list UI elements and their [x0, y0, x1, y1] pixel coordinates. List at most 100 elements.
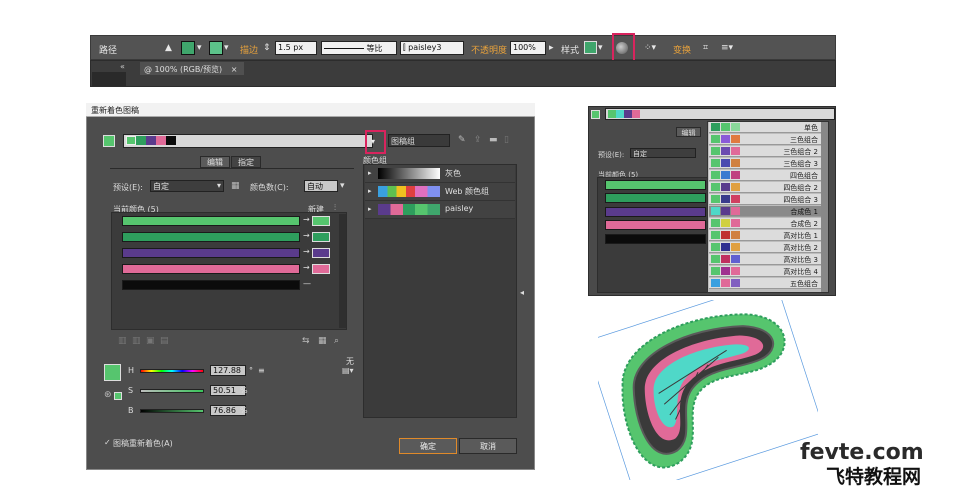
harmony-rule-item-selected[interactable]: 合成色 1: [709, 206, 821, 217]
transform-label[interactable]: 变换: [673, 43, 691, 56]
current-color-row[interactable]: [122, 232, 300, 242]
harmony-rule-item[interactable]: 四色组合 3: [709, 194, 821, 205]
folder-icon[interactable]: ▬: [489, 135, 498, 145]
close-icon[interactable]: ×: [231, 65, 238, 74]
harmony-swatch: [616, 110, 624, 118]
exclude-colors-icon[interactable]: ▣: [146, 336, 155, 346]
align-grid-icon[interactable]: ⁘▾: [644, 43, 656, 53]
stepper-icon[interactable]: ⇕: [263, 43, 271, 53]
hue-input[interactable]: 127.88: [210, 365, 246, 376]
tab-edit[interactable]: 编辑: [676, 127, 701, 137]
save-group-icon[interactable]: ⇪: [474, 135, 482, 145]
stroke-label[interactable]: 描边: [240, 43, 258, 56]
harmony-rule-item[interactable]: 合成色 2: [709, 218, 821, 229]
panel-menu-icon[interactable]: ≡▾: [721, 43, 733, 53]
new-color-swatch[interactable]: [312, 248, 330, 258]
checkmark-icon[interactable]: ✓: [104, 438, 111, 447]
new-row-icon[interactable]: ▤: [160, 336, 169, 346]
harmony-rule-item[interactable]: 高对比色 2: [709, 242, 821, 253]
cancel-button[interactable]: 取消: [459, 438, 517, 454]
ok-button[interactable]: 确定: [399, 438, 457, 454]
trash-icon[interactable]: ▯: [504, 135, 509, 145]
harmony-rule-item[interactable]: 高对比色 1: [709, 230, 821, 241]
chevron-down-icon[interactable]: ▾: [340, 181, 345, 191]
harmony-rule-item[interactable]: 五色组合: [709, 278, 821, 289]
fill-color-swatch[interactable]: [181, 41, 195, 55]
chevron-down-icon[interactable]: ▾: [598, 43, 603, 53]
variable-width-profile[interactable]: 等比: [321, 41, 397, 55]
harmony-rule-item[interactable]: 高对比色 4: [709, 266, 821, 277]
harmony-rule-item[interactable]: 三色组合 3: [709, 158, 821, 169]
brightness-slider[interactable]: [140, 409, 204, 413]
tab-assign[interactable]: 指定: [231, 156, 261, 168]
active-color-swatch[interactable]: [103, 135, 115, 147]
new-color-swatch[interactable]: [312, 216, 330, 226]
harmony-rule-item[interactable]: 三色组合: [709, 134, 821, 145]
harmony-color-bar[interactable]: [605, 108, 835, 120]
current-color-row[interactable]: [122, 280, 300, 290]
chevron-down-icon[interactable]: ▾: [371, 137, 375, 146]
harmony-rule-name: 四色组合 3: [783, 196, 818, 204]
new-color-swatch[interactable]: [312, 264, 330, 274]
tab-divider: [110, 168, 354, 169]
preset-label: 预设(E):: [598, 151, 625, 159]
dash-icon: —: [303, 279, 311, 288]
list-scrollbar[interactable]: [339, 214, 346, 328]
color-group-row[interactable]: ▸ Web 颜色组: [365, 183, 515, 201]
chevron-down-icon: ▾: [216, 181, 221, 190]
harmony-color-bar[interactable]: [123, 134, 373, 148]
current-color-row[interactable]: [605, 180, 706, 190]
color-group-row[interactable]: ▸ 灰色: [365, 165, 515, 183]
collapse-icon[interactable]: «: [120, 62, 125, 71]
hue-slider[interactable]: [140, 369, 204, 373]
harmony-rule-item[interactable]: 四色组合 2: [709, 182, 821, 193]
colors-count-select[interactable]: 自动: [304, 180, 338, 192]
saturation-slider[interactable]: [140, 389, 204, 393]
preset-options-icon[interactable]: ▦: [231, 181, 240, 191]
find-color-icon[interactable]: ⌕: [334, 336, 339, 346]
recolor-artwork-checkbox-label[interactable]: 图稿重新着色(A): [113, 438, 173, 449]
preset-select[interactable]: 自定 ▾: [150, 180, 224, 192]
harmony-rule-item[interactable]: 单色: [709, 122, 821, 133]
color-library-icon[interactable]: ▤▾: [342, 366, 354, 375]
collapse-panel-icon[interactable]: ◂: [520, 288, 524, 297]
current-color-row[interactable]: [122, 248, 300, 258]
harmony-rule-item[interactable]: 三色组合 2: [709, 146, 821, 157]
hue-unit: °: [249, 366, 253, 375]
opacity-label[interactable]: 不透明度: [471, 43, 507, 56]
stroke-color-swatch[interactable]: [209, 41, 223, 55]
color-mode-icon[interactable]: ⊛: [104, 390, 112, 400]
chevron-down-icon[interactable]: ▾: [224, 43, 229, 53]
opacity-input[interactable]: 100%: [510, 41, 546, 55]
randomize-order-icon[interactable]: ⇆: [302, 336, 310, 346]
stroke-width-input[interactable]: 1.5 px: [275, 41, 317, 55]
document-tab[interactable]: @ 100% (RGB/预览) ×: [140, 62, 244, 75]
randomize-saturation-icon[interactable]: ▦: [318, 336, 327, 346]
isolate-icon[interactable]: ⌗: [703, 43, 708, 53]
current-color-row[interactable]: [122, 264, 300, 274]
color-group-row[interactable]: ▸ paisley: [365, 201, 515, 219]
graphic-style-swatch[interactable]: [584, 41, 597, 54]
tab-edit[interactable]: 编辑: [200, 156, 230, 168]
merge-colors-icon[interactable]: ▥: [118, 336, 127, 346]
current-color-row[interactable]: [122, 216, 300, 226]
toolbar-stub: [92, 72, 126, 86]
chevron-down-icon[interactable]: ▾: [197, 43, 202, 53]
current-color-row[interactable]: [605, 193, 706, 203]
harmony-rule-item[interactable]: 四色组合: [709, 170, 821, 181]
preset-select[interactable]: 自定: [630, 148, 696, 158]
chevron-right-icon[interactable]: ▸: [549, 43, 554, 53]
eyedropper-icon[interactable]: ✎: [458, 135, 466, 145]
separate-colors-icon[interactable]: ▥: [132, 336, 141, 346]
new-color-swatch[interactable]: [312, 232, 330, 242]
active-color-preview[interactable]: [104, 364, 121, 381]
current-color-row[interactable]: [605, 220, 706, 230]
group-name-field[interactable]: 图稿组: [388, 134, 450, 147]
harmony-rule-item[interactable]: 高对比色 3: [709, 254, 821, 265]
slider-menu-icon[interactable]: ≡: [258, 366, 265, 375]
dropdown-scrollbar[interactable]: [821, 122, 828, 292]
highlight-harmony-dropdown: [365, 130, 386, 154]
current-color-row[interactable]: [605, 207, 706, 217]
current-color-row[interactable]: [605, 234, 706, 244]
brush-definition-select[interactable]: ⫿ paisley3: [400, 41, 464, 55]
